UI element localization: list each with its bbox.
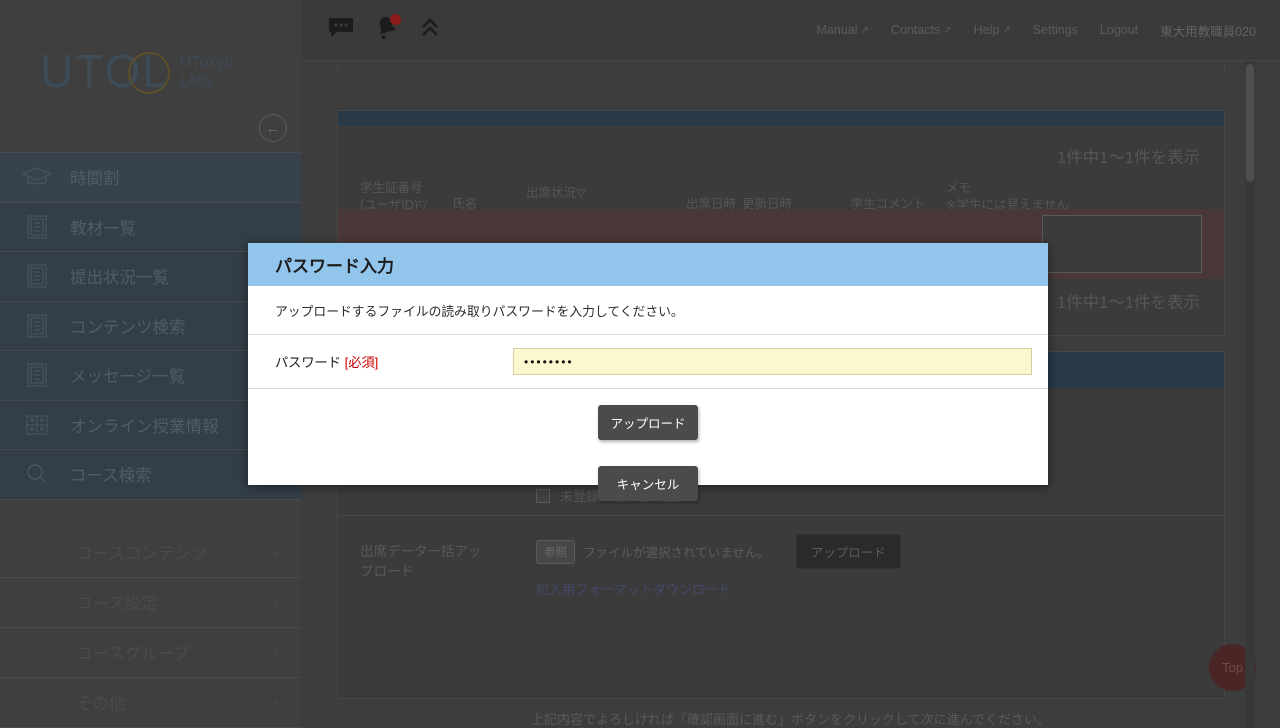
message-icon[interactable]	[328, 17, 354, 44]
clipboard-icon	[20, 214, 54, 240]
app-root: UTOL UTokyo LMS ← 時間割	[0, 0, 1280, 728]
password-dialog: パスワード入力 アップロードするファイルの読み取りパスワードを入力してください。…	[248, 243, 1048, 485]
sidebar-logo-area: UTOL UTokyo LMS ←	[0, 0, 301, 152]
sidebar-divider	[0, 500, 301, 528]
sidebar-sub-label: コースコンテンツ	[76, 540, 207, 564]
header-link-label: Manual	[817, 23, 858, 37]
password-input[interactable]: ••••••••	[513, 348, 1032, 375]
section-bar	[338, 111, 1224, 126]
header-link-label: Logout	[1100, 23, 1138, 37]
sidebar-item-others[interactable]: その他 ›	[0, 678, 301, 728]
column-header-status[interactable]: 出席状況▽	[526, 180, 686, 201]
top-header: Manual ↗ Contacts ↗ Help ↗ Settings Logo…	[301, 0, 1280, 61]
file-picker: 参照 ファイルが選択されていません。 アップロード	[536, 534, 1224, 569]
chevron-right-icon: ›	[274, 594, 279, 611]
browse-button[interactable]: 参照	[536, 540, 575, 564]
memo-textarea[interactable]	[1042, 215, 1202, 273]
column-label-line1: 学生証番号	[360, 181, 423, 195]
sidebar-item-label: コンテンツ検索	[70, 314, 186, 338]
sidebar-sub-label: コースグループ	[76, 640, 190, 664]
sidebar-item-label: 教材一覧	[70, 215, 136, 239]
sidebar-item-label: コース検索	[70, 462, 152, 486]
bottom-instruction-text: 上記内容でよろしければ「確認画面に進む」ボタンをクリックして次に進んでください。	[301, 709, 1280, 728]
sidebar-item-timetable[interactable]: 時間割	[0, 153, 301, 203]
pagination-count-top: 1件中1〜1件を表示	[338, 126, 1224, 168]
form-label-line1: 出席データ一括アッ	[360, 544, 482, 559]
user-name: 東大用教職員020	[1160, 21, 1256, 40]
sidebar-item-course-group[interactable]: コースグループ ›	[0, 628, 301, 678]
password-field-row: パスワード [必須] ••••••••	[248, 335, 1048, 389]
dialog-title: パスワード入力	[248, 243, 1048, 286]
sidebar-item-label: 時間割	[70, 165, 120, 189]
header-link-manual[interactable]: Manual ↗	[817, 23, 869, 37]
external-link-icon: ↗	[1002, 25, 1010, 36]
header-link-help[interactable]: Help ↗	[974, 23, 1011, 37]
grid-people-icon	[20, 412, 54, 438]
chevron-right-icon: ›	[274, 694, 279, 711]
dialog-cancel-button[interactable]: キャンセル	[598, 466, 698, 501]
form-row-attendance-data-upload: 出席データ一括アッ プロード 参照 ファイルが選択されていません。 アップロード…	[338, 516, 1224, 608]
column-label: 出席状況	[526, 186, 576, 200]
required-tag: [必須]	[345, 355, 379, 370]
clipboard-icon	[20, 362, 54, 388]
table-header-row: 学生証番号 (ユーザID)▽ 氏名 出席状況▽ 出席日時 更新日時 学生コメント…	[338, 168, 1224, 214]
logo-subtitle-line2: LMS	[180, 73, 213, 90]
header-link-label: Settings	[1033, 23, 1078, 37]
header-link-label: Help	[974, 23, 1000, 37]
header-link-logout[interactable]: Logout	[1100, 23, 1138, 37]
logo-subtitle-line1: UTokyo	[180, 54, 233, 71]
sidebar-sub-nav: コースコンテンツ › コース設定 › コースグループ › その他 ›	[0, 528, 301, 728]
dialog-actions: アップロード キャンセル	[248, 389, 1048, 501]
bell-icon[interactable]	[374, 15, 400, 46]
sidebar-item-course-settings[interactable]: コース設定 ›	[0, 578, 301, 628]
dialog-upload-button[interactable]: アップロード	[598, 405, 698, 440]
page-scrollbar-thumb[interactable]	[1246, 64, 1254, 182]
header-link-contacts[interactable]: Contacts ↗	[891, 23, 952, 37]
clipboard-icon	[20, 263, 54, 289]
sidebar-item-label: メッセージ一覧	[70, 363, 185, 387]
password-label: パスワード [必須]	[275, 352, 513, 371]
sidebar-item-course-contents[interactable]: コースコンテンツ ›	[0, 528, 301, 578]
no-file-selected-text: ファイルが選択されていません。	[583, 542, 770, 561]
search-icon	[20, 461, 54, 487]
header-link-label: Contacts	[891, 23, 940, 37]
column-label-line1: メモ	[946, 181, 971, 195]
chevron-up-icon[interactable]	[420, 17, 440, 44]
password-label-text: パスワード	[275, 355, 341, 370]
graduation-cap-icon	[20, 164, 54, 190]
dialog-description: アップロードするファイルの読み取りパスワードを入力してください。	[248, 286, 1048, 335]
sort-caret-icon[interactable]: ▽	[576, 186, 586, 200]
external-link-icon: ↗	[943, 25, 951, 36]
form-label: 出席データ一括アッ プロード	[338, 526, 536, 598]
upload-button[interactable]: アップロード	[796, 534, 901, 569]
pagination-count-bottom: 1件中1〜1件を表示	[1057, 289, 1200, 313]
header-link-settings[interactable]: Settings	[1033, 23, 1078, 37]
format-download-link[interactable]: 記入用フォーマットダウンロード	[536, 579, 1224, 598]
header-icon-group	[301, 15, 440, 46]
sidebar-item-label: オンライン授業情報	[70, 413, 219, 437]
header-links: Manual ↗ Contacts ↗ Help ↗ Settings Logo…	[817, 21, 1280, 40]
form-label-line2: プロード	[360, 564, 414, 579]
clipboard-icon	[20, 313, 54, 339]
sidebar-sub-label: その他	[76, 690, 126, 714]
logo-subtitle: UTokyo LMS	[180, 48, 233, 92]
chevron-right-icon: ›	[274, 544, 279, 561]
chevron-right-icon: ›	[274, 644, 279, 661]
arrow-left-circle-icon[interactable]: ←	[259, 114, 287, 142]
logo-ring-decoration	[128, 52, 170, 94]
sidebar-item-label: 提出状況一覧	[70, 264, 169, 288]
panel-top-remnant	[337, 61, 1225, 71]
sidebar-sub-label: コース設定	[76, 590, 158, 614]
notification-badge	[390, 14, 401, 25]
external-link-icon: ↗	[861, 25, 869, 36]
